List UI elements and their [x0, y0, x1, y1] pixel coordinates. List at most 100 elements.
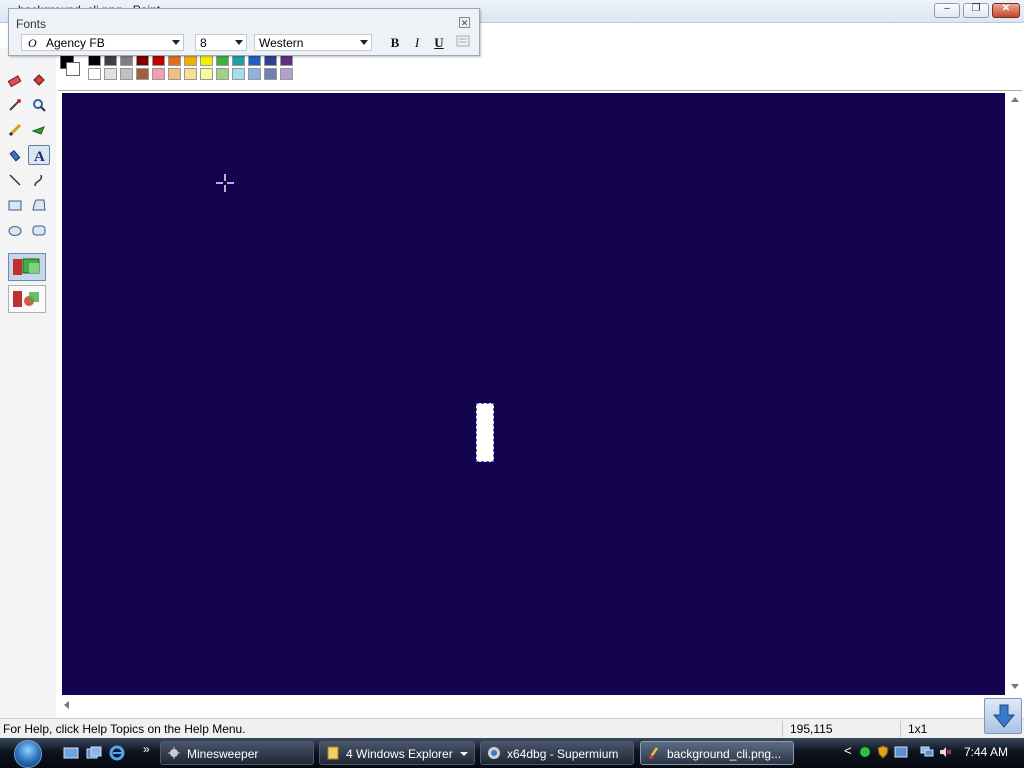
fill-tool[interactable]	[28, 70, 50, 90]
windows-update-icon[interactable]	[894, 745, 908, 759]
drawing-canvas[interactable]	[62, 93, 1005, 695]
scroll-up-icon[interactable]	[1011, 97, 1019, 102]
scroll-down-icon[interactable]	[1011, 684, 1019, 689]
palette-swatch[interactable]	[104, 68, 117, 80]
status-coordinates: 195,115	[790, 722, 833, 736]
palette-swatch[interactable]	[168, 68, 181, 80]
airbrush-icon	[9, 149, 21, 162]
curve-tool[interactable]	[28, 170, 50, 190]
taskbar-item-label: Minesweeper	[187, 747, 259, 761]
palette-swatch[interactable]	[200, 68, 213, 80]
fonts-toolbar-close-icon[interactable]: ✕	[459, 17, 470, 28]
text-box[interactable]	[476, 403, 494, 462]
underline-button[interactable]: U	[430, 34, 448, 51]
chevron-down-icon[interactable]	[460, 752, 468, 756]
tray-expand-icon[interactable]: <	[844, 743, 858, 758]
line-tool[interactable]	[4, 170, 26, 190]
download-overlay-button[interactable]	[984, 698, 1022, 734]
palette-swatch[interactable]	[248, 68, 261, 80]
brush-tool[interactable]	[28, 120, 50, 140]
taskbar: » Minesweeper 4 Windows Explorer x64dbg …	[0, 738, 1024, 768]
svg-text:A: A	[34, 149, 45, 163]
pencil-icon	[8, 123, 22, 137]
taskbar-item-label: x64dbg - Supermium	[507, 747, 619, 761]
transparent-shapes-icon	[13, 291, 39, 307]
chevron-down-icon[interactable]	[172, 40, 180, 45]
palette-swatch[interactable]	[152, 68, 165, 80]
eraser-tool[interactable]	[4, 70, 26, 90]
font-size-select[interactable]: 8	[195, 34, 247, 51]
vertical-text-button[interactable]	[454, 34, 472, 51]
polygon-tool[interactable]	[28, 195, 50, 215]
scroll-left-icon[interactable]	[64, 701, 69, 709]
ellipse-icon	[8, 226, 22, 236]
palette-swatch[interactable]	[232, 68, 245, 80]
security-shield-icon[interactable]	[876, 745, 890, 759]
rounded-rectangle-tool[interactable]	[28, 220, 50, 240]
taskbar-item-minesweeper[interactable]: Minesweeper	[160, 741, 314, 765]
status-selection-size: 1x1	[908, 722, 928, 736]
paint-brush-icon	[648, 747, 659, 759]
windows-logo-icon	[14, 740, 42, 768]
font-size-value: 8	[200, 36, 207, 50]
font-script-select[interactable]: Western	[254, 34, 372, 51]
background-color[interactable]	[66, 62, 80, 76]
polygon-icon	[32, 199, 46, 211]
vertical-scrollbar[interactable]	[1008, 93, 1022, 695]
text-tool[interactable]: A	[28, 145, 50, 165]
internet-explorer-icon[interactable]	[109, 745, 125, 761]
ellipse-tool[interactable]	[4, 220, 26, 240]
palette-swatch[interactable]	[216, 68, 229, 80]
magnifier-icon	[33, 99, 46, 112]
minimize-button[interactable]: –	[934, 3, 960, 18]
italic-button[interactable]: I	[408, 34, 426, 51]
vertical-text-icon	[456, 35, 470, 47]
crosshair-cursor-icon	[216, 174, 234, 192]
taskbar-overflow-chevron[interactable]: »	[143, 742, 150, 756]
browser-icon	[488, 747, 500, 759]
volume-muted-icon[interactable]	[938, 745, 952, 759]
magnifier-tool[interactable]	[28, 95, 50, 115]
status-divider	[900, 721, 901, 737]
taskbar-item-label: background_cli.png...	[667, 747, 782, 761]
taskbar-item-x64dbg[interactable]: x64dbg - Supermium	[480, 741, 634, 765]
chevron-down-icon[interactable]	[360, 40, 368, 45]
bold-button[interactable]: B	[386, 34, 404, 51]
color-palette	[58, 52, 318, 82]
network-status-icon[interactable]	[858, 745, 872, 759]
color-picker-tool[interactable]	[4, 95, 26, 115]
taskbar-item-windows-explorer[interactable]: 4 Windows Explorer	[319, 741, 475, 765]
palette-swatch[interactable]	[136, 68, 149, 80]
opentype-font-icon: O	[28, 36, 37, 50]
restore-icon: ❐	[971, 3, 981, 14]
rectangle-tool[interactable]	[4, 195, 26, 215]
font-script-value: Western	[259, 36, 304, 50]
transparent-background-option[interactable]	[8, 285, 46, 313]
show-desktop-icon[interactable]	[63, 745, 79, 761]
chevron-down-icon[interactable]	[235, 40, 243, 45]
fonts-toolbar-title: Fonts	[16, 17, 47, 31]
curve-icon	[34, 174, 43, 187]
palette-swatch[interactable]	[280, 68, 293, 80]
font-name-select[interactable]: O Agency FB	[21, 34, 184, 51]
switch-windows-icon[interactable]	[86, 745, 102, 761]
eraser-icon	[7, 75, 22, 88]
line-icon	[9, 174, 21, 186]
palette-swatch[interactable]	[120, 68, 133, 80]
airbrush-tool[interactable]	[4, 145, 26, 165]
horizontal-scrollbar[interactable]	[62, 698, 1005, 712]
palette-swatch[interactable]	[88, 68, 101, 80]
restore-button[interactable]: ❐	[963, 3, 989, 18]
palette-swatch[interactable]	[184, 68, 197, 80]
status-help-text: For Help, click Help Topics on the Help …	[3, 722, 246, 736]
taskbar-clock[interactable]: 7:44 AM	[964, 745, 1008, 759]
start-button[interactable]	[6, 738, 48, 768]
rounded-rectangle-icon	[32, 225, 46, 236]
palette-swatch[interactable]	[264, 68, 277, 80]
current-colors[interactable]	[58, 52, 84, 80]
opaque-background-option[interactable]	[8, 253, 46, 281]
monitors-icon[interactable]	[920, 745, 934, 759]
close-button[interactable]: ✕	[992, 3, 1020, 18]
taskbar-item-paint[interactable]: background_cli.png...	[640, 741, 794, 765]
pencil-tool[interactable]	[4, 120, 26, 140]
